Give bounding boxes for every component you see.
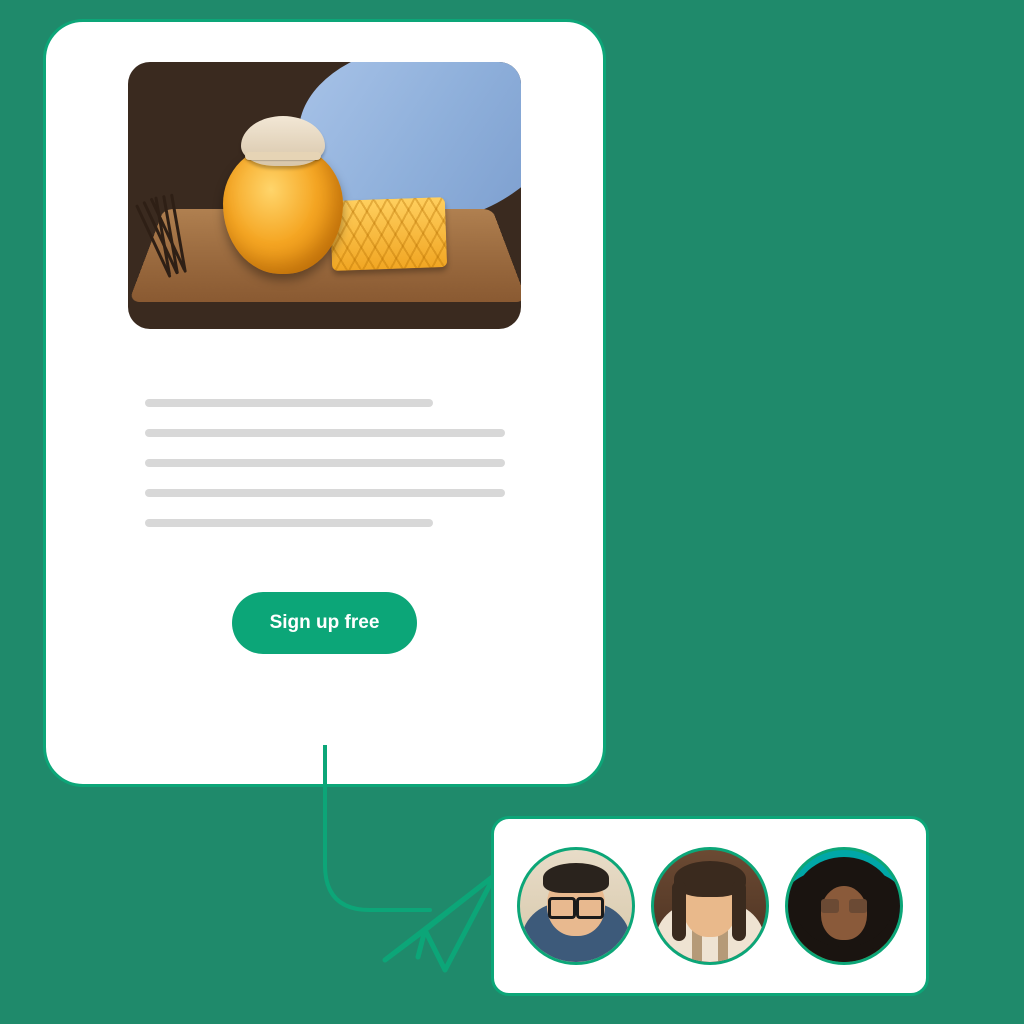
signup-card: Sign up free [43,19,606,787]
placeholder-line [145,399,433,407]
subscriber-avatar [785,847,903,965]
placeholder-line [145,489,505,497]
placeholder-text-block [145,399,505,527]
placeholder-line [145,459,505,467]
subscriber-avatar [651,847,769,965]
placeholder-line [145,429,505,437]
subscribers-card [491,816,929,996]
signup-button[interactable]: Sign up free [232,592,418,654]
placeholder-line [145,519,433,527]
subscriber-avatar [517,847,635,965]
hero-image [128,62,521,329]
